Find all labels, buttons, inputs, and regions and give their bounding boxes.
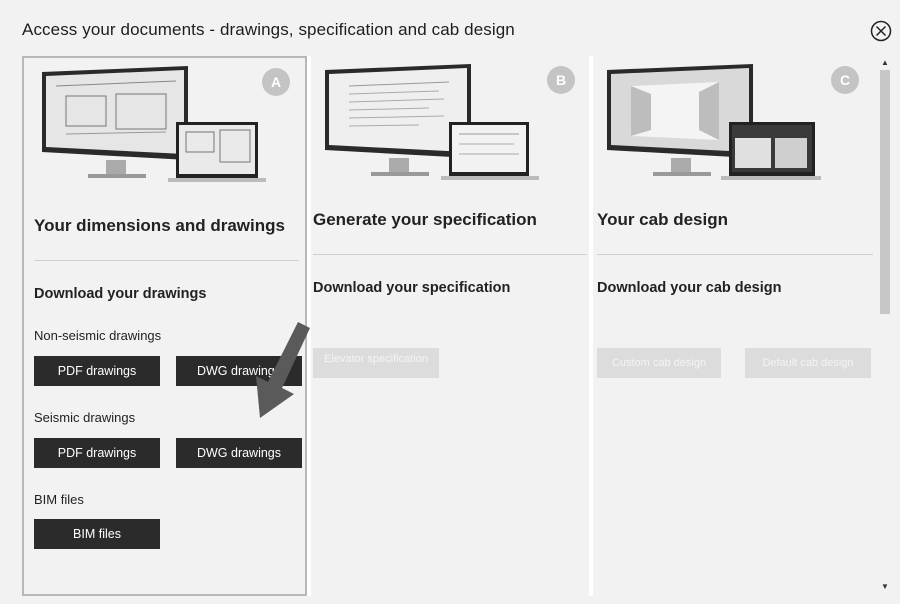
panel-title: Generate your specification	[313, 210, 537, 229]
panel-cab-design[interactable]: C Your cab design Download your cab desi…	[593, 56, 876, 596]
vertical-scrollbar[interactable]: ▲ ▼	[876, 56, 894, 596]
group-label: BIM files	[34, 492, 84, 507]
scroll-down-arrow-icon[interactable]: ▼	[881, 582, 889, 591]
panels-container: A Your dimensions and drawings Download …	[22, 56, 876, 596]
scroll-thumb[interactable]	[880, 70, 890, 314]
group-label: Seismic drawings	[34, 410, 136, 425]
default-cab-design-button[interactable]: Default cab design	[745, 348, 871, 378]
monitor-drawings-illustration	[42, 66, 266, 182]
divider	[34, 260, 299, 261]
monitor-specification-illustration	[325, 64, 539, 180]
panel-title: Your dimensions and drawings	[34, 216, 285, 235]
seismic-pdf-button[interactable]: PDF drawings	[34, 438, 160, 468]
section-title: Download your cab design	[597, 280, 782, 296]
panel-specification[interactable]: B Generate your specification Download y…	[311, 56, 589, 596]
panel-badge: A	[262, 68, 290, 96]
panel-title: Your cab design	[597, 210, 728, 229]
monitor-cab-design-illustration	[607, 64, 821, 180]
section-title: Download your specification	[313, 280, 511, 296]
scroll-up-arrow-icon[interactable]: ▲	[881, 58, 889, 67]
group-label: Non-seismic drawings	[34, 328, 162, 343]
seismic-dwg-button[interactable]: DWG drawings	[176, 438, 302, 468]
section-title: Download your drawings	[34, 286, 207, 302]
panel-badge: B	[547, 66, 575, 94]
close-circle-icon[interactable]	[870, 20, 892, 42]
elevator-specification-button[interactable]: Elevator specification	[313, 348, 439, 378]
dialog-title: Access your documents - drawings, specif…	[22, 20, 515, 39]
divider	[313, 254, 587, 255]
down-left-arrow-icon	[256, 322, 310, 418]
documents-dialog: Access your documents - drawings, specif…	[0, 0, 900, 604]
divider	[597, 254, 873, 255]
bim-files-button[interactable]: BIM files	[34, 519, 160, 549]
custom-cab-design-button[interactable]: Custom cab design	[597, 348, 721, 378]
panel-badge: C	[831, 66, 859, 94]
non-seismic-pdf-button[interactable]: PDF drawings	[34, 356, 160, 386]
